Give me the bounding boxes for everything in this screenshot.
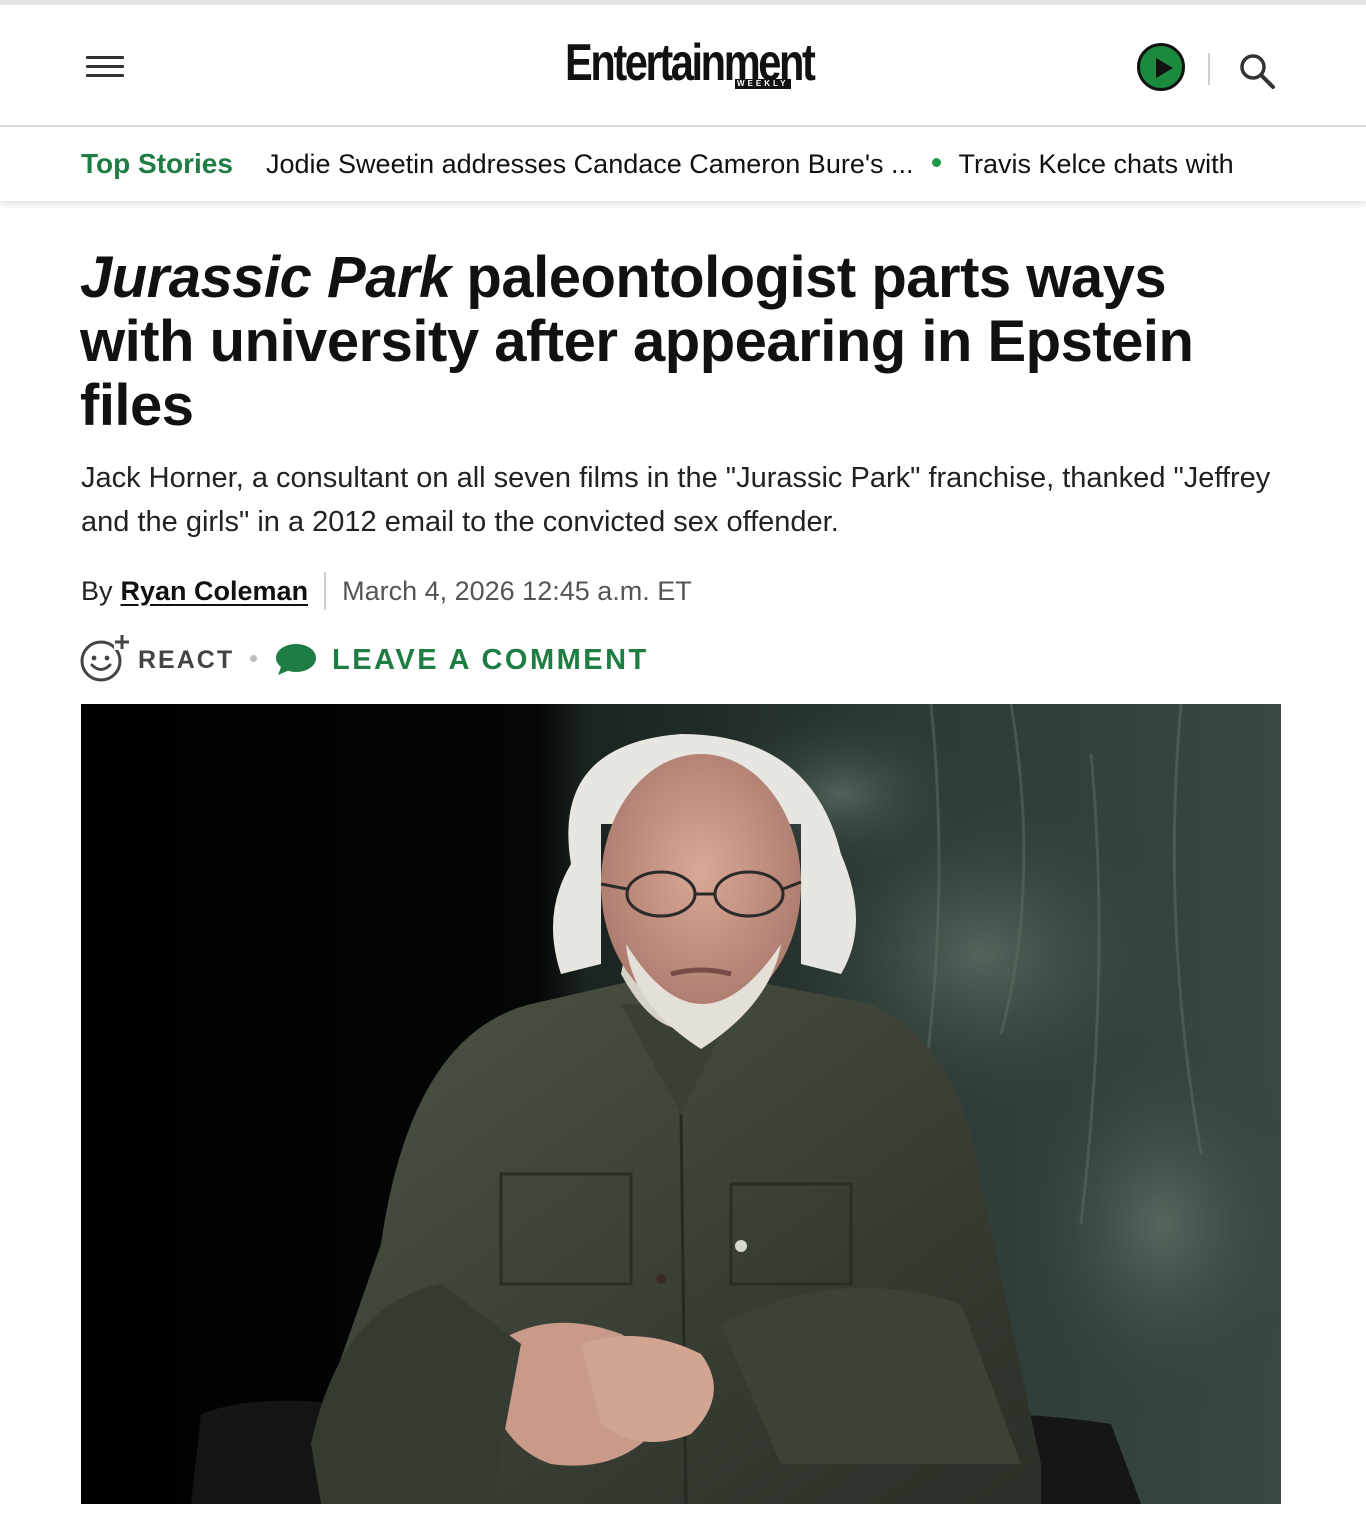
header-divider <box>1208 53 1210 85</box>
bullet-dot-icon <box>931 158 941 168</box>
play-icon[interactable] <box>1137 43 1185 91</box>
publish-date: March 4, 2026 12:45 a.m. ET <box>342 575 692 606</box>
top-stories-bar: Top Stories Jodie Sweetin addresses Cand… <box>0 127 1366 201</box>
top-story-link[interactable]: Jodie Sweetin addresses Candace Cameron … <box>266 149 914 180</box>
react-smiley-icon <box>80 634 130 682</box>
article-dek: Jack Horner, a consultant on all seven f… <box>81 462 1271 538</box>
site-header: Entertainment WEEKLY <box>0 5 1366 127</box>
comment-bubble-icon <box>276 644 316 675</box>
byline-divider <box>324 572 327 610</box>
comment-label: LEAVE A COMMENT <box>332 644 649 676</box>
top-story-link[interactable]: Travis Kelce chats with <box>959 149 1234 180</box>
article-hero-photo <box>81 704 1281 1504</box>
search-icon[interactable] <box>1238 52 1276 90</box>
byline-prefix: By <box>81 575 113 606</box>
leave-comment-button[interactable]: LEAVE A COMMENT <box>274 632 654 682</box>
author-link[interactable]: Ryan Coleman <box>121 576 309 607</box>
portrait-illustration <box>81 704 1281 1504</box>
site-logo[interactable]: Entertainment WEEKLY <box>565 37 816 97</box>
top-stories-label: Top Stories <box>81 148 233 179</box>
hamburger-menu-icon[interactable] <box>86 54 124 80</box>
article-headline: Jurassic Park paleontologist parts ways … <box>80 246 1280 438</box>
react-label: REACT <box>138 646 235 674</box>
byline: By Ryan Coleman March 4, 2026 12:45 a.m. E… <box>81 572 692 612</box>
separator-dot <box>250 655 257 662</box>
react-button[interactable]: REACT <box>80 632 240 682</box>
logo-subtext: WEEKLY <box>735 79 791 89</box>
top-stories-list: Jodie Sweetin addresses Candace Cameron … <box>266 149 1280 189</box>
headline-italic: Jurassic Park <box>80 245 451 310</box>
